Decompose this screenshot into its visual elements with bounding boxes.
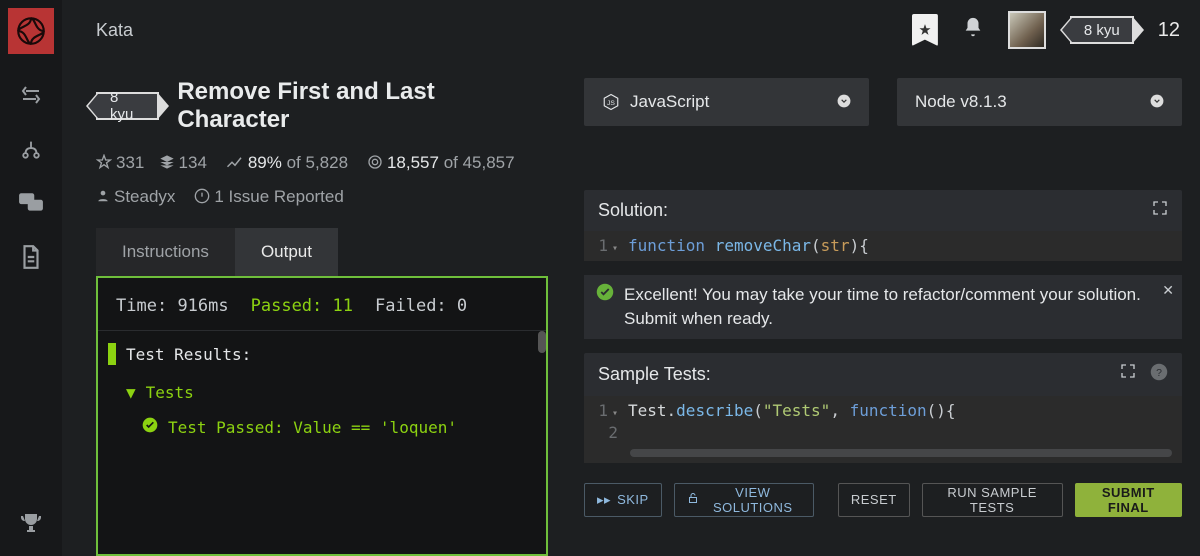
issues[interactable]: 1 Issue Reported	[214, 187, 343, 206]
sample-editor[interactable]: 1▾Test.describe("Tests", function(){ 2	[584, 396, 1182, 463]
runtime-selector[interactable]: Node v8.1.3	[897, 78, 1182, 126]
user-rank-badge[interactable]: 8 kyu	[1070, 16, 1134, 44]
group-name: Tests	[146, 383, 194, 402]
js-icon: JS	[602, 93, 620, 111]
expand-icon[interactable]	[1120, 363, 1136, 386]
toast-text: Excellent! You may take your time to ref…	[624, 283, 1170, 331]
left-column: 8 kyu Remove First and Last Character 33…	[62, 60, 548, 556]
reset-button[interactable]: RESET	[838, 483, 910, 517]
unlock-icon	[687, 492, 699, 507]
help-icon[interactable]: ?	[1150, 363, 1168, 386]
test-group[interactable]: ▼ Tests	[108, 383, 536, 402]
skip-button[interactable]: ▸▸SKIP	[584, 483, 662, 517]
expand-icon[interactable]	[1152, 200, 1168, 221]
check-icon	[596, 283, 614, 308]
test-results: Test Results: ▼ Tests Test Passed: Value…	[98, 331, 546, 450]
caret-down-icon: ▼	[126, 383, 136, 402]
chevron-down-icon	[837, 94, 851, 111]
svg-text:?: ?	[1156, 367, 1162, 379]
view-solutions-button[interactable]: VIEW SOLUTIONS	[674, 483, 814, 517]
time-stat: Time: 916ms	[116, 296, 229, 316]
swirl-icon	[14, 14, 48, 48]
scrollbar[interactable]	[538, 331, 546, 353]
kata-metadata: 331 134 89% of 5,828 18,557 of 45,857 St…	[96, 146, 548, 214]
svg-text:JS: JS	[607, 100, 615, 107]
compare-icon[interactable]	[18, 82, 44, 108]
output-panel: Time: 916ms Passed: 11 Failed: 0 Test Re…	[96, 276, 548, 556]
user-rank: 8 kyu	[1084, 22, 1120, 39]
close-icon[interactable]: ✕	[1162, 281, 1174, 301]
trophy-icon[interactable]	[18, 510, 44, 536]
kata-rank-badge: 8 kyu	[96, 92, 159, 120]
left-sidebar	[0, 0, 62, 556]
main-area: Kata 8 kyu 12 8 kyu Remove First a	[62, 0, 1200, 556]
collections-count: 134	[179, 153, 207, 172]
tab-instructions[interactable]: Instructions	[96, 228, 235, 276]
tab-output[interactable]: Output	[235, 228, 338, 276]
satisfaction-of: of 5,828	[287, 153, 348, 172]
layers-icon	[159, 154, 175, 170]
solution-editor[interactable]: 1▾function removeChar(str){	[584, 231, 1182, 261]
nav-kata[interactable]: Kata	[96, 20, 133, 41]
h-scrollbar[interactable]	[630, 449, 1172, 457]
honor-points: 12	[1158, 19, 1180, 42]
run-tests-button[interactable]: RUN SAMPLE TESTS	[922, 483, 1063, 517]
sample-tests-panel: Sample Tests: ? 1▾Test.describe("Tests",…	[584, 353, 1182, 463]
skip-icon: ▸▸	[597, 492, 611, 508]
completed-count: 18,557	[387, 153, 439, 172]
success-toast: Excellent! You may take your time to ref…	[584, 275, 1182, 339]
satisfaction-pct: 89%	[248, 153, 282, 172]
tabs: Instructions Output	[96, 228, 548, 276]
completed-of: of 45,857	[444, 153, 515, 172]
kata-rank: 8 kyu	[110, 89, 145, 123]
chevron-down-icon	[1150, 94, 1164, 111]
right-column: JS JavaScript Node v8.1.3 So	[548, 60, 1200, 556]
alert-icon	[194, 188, 210, 204]
author[interactable]: Steadyx	[114, 187, 175, 206]
user-icon	[96, 188, 110, 204]
branch-icon[interactable]	[18, 136, 44, 162]
solution-panel: Solution: 1▾function removeChar(str){	[584, 190, 1182, 261]
sample-header: Sample Tests:	[598, 364, 711, 385]
failed-stat: Failed: 0	[375, 296, 467, 316]
bell-icon[interactable]	[962, 15, 984, 45]
test-line: Test Passed: Value == 'loquen'	[108, 416, 536, 440]
runtime-label: Node v8.1.3	[915, 92, 1007, 112]
topbar: Kata 8 kyu 12	[62, 0, 1200, 60]
results-bar-icon	[108, 343, 116, 365]
avatar[interactable]	[1008, 11, 1046, 49]
check-icon	[142, 416, 158, 440]
solution-header: Solution:	[598, 200, 668, 221]
stars-count: 331	[116, 153, 144, 172]
star-icon	[96, 154, 112, 170]
document-icon[interactable]	[18, 244, 44, 270]
chat-icon[interactable]	[18, 190, 44, 216]
test-text: Test Passed: Value == 'loquen'	[168, 416, 457, 440]
results-header: Test Results:	[126, 345, 251, 364]
target-icon	[367, 154, 383, 170]
action-bar: ▸▸SKIP VIEW SOLUTIONS RESET RUN SAMPLE T…	[584, 483, 1182, 517]
kata-title: Remove First and Last Character	[177, 78, 548, 134]
language-selector[interactable]: JS JavaScript	[584, 78, 869, 126]
submit-button[interactable]: SUBMIT FINAL	[1075, 483, 1182, 517]
chart-icon	[226, 156, 244, 170]
logo[interactable]	[8, 8, 54, 54]
bookmark-icon[interactable]	[912, 14, 938, 46]
language-label: JavaScript	[630, 92, 709, 112]
passed-stat: Passed: 11	[251, 296, 353, 316]
